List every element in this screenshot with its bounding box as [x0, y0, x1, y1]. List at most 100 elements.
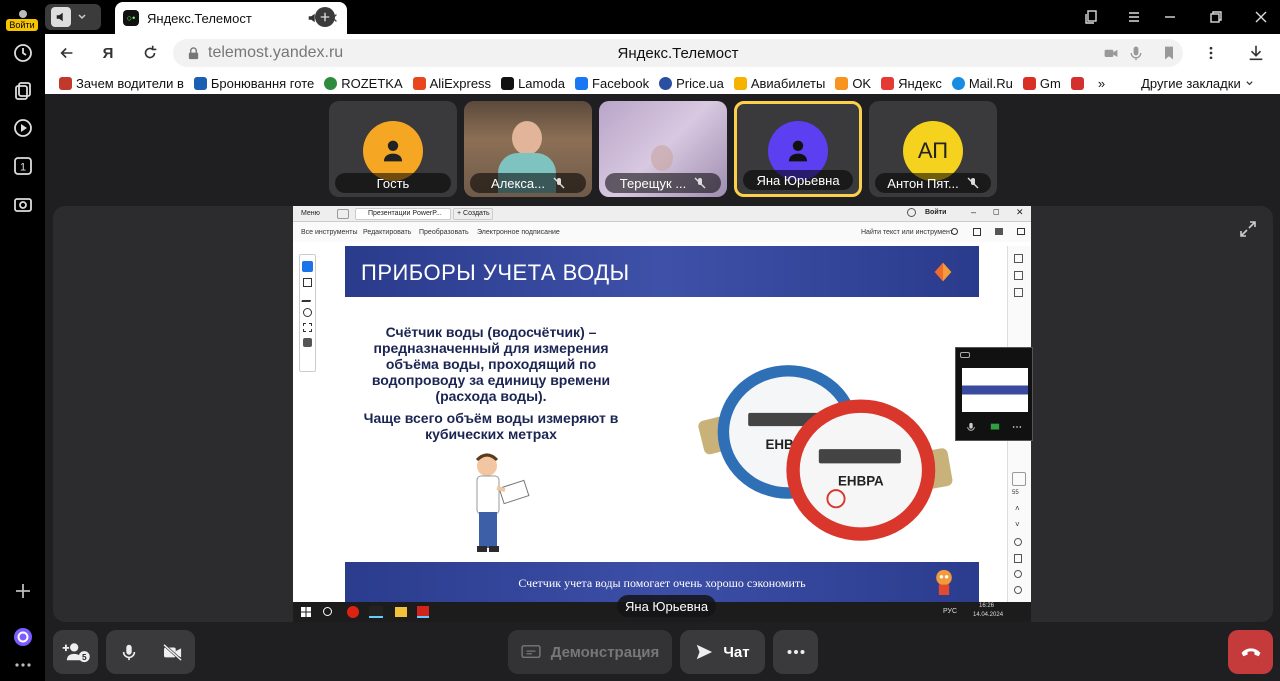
screen-demo-button[interactable]: Демонстрация [508, 630, 672, 674]
hamburger-icon [1129, 12, 1139, 22]
mic-permission-icon[interactable] [1128, 45, 1144, 61]
reload-button[interactable] [140, 43, 160, 63]
bookmark-item[interactable]: Facebook [575, 76, 649, 91]
participant-tile[interactable]: Алекса... [464, 101, 592, 197]
bookmark-favicon-icon [412, 76, 426, 90]
camera-permission-icon[interactable] [1103, 45, 1119, 61]
camera-icon [14, 198, 32, 212]
speaker-icon [51, 7, 71, 27]
screen-share-icon[interactable] [990, 422, 1000, 432]
screenshot-button[interactable] [9, 190, 37, 218]
participant-tile[interactable]: Терещук ... [599, 101, 727, 197]
back-button[interactable] [57, 43, 77, 63]
more-dots-icon[interactable] [1012, 422, 1022, 432]
add-panel-button[interactable] [9, 577, 37, 605]
user-icon [383, 140, 403, 162]
bookmark-item[interactable]: Price.ua [659, 76, 724, 91]
bookmarks-overflow-button[interactable]: » [1098, 76, 1105, 91]
participant-tile[interactable]: АП Антон Пят... [869, 101, 997, 197]
audio-tab-toggle[interactable] [45, 4, 101, 30]
participant-tile[interactable]: Гость [329, 101, 457, 197]
bookmark-icon[interactable] [1161, 45, 1177, 61]
bookmark-item[interactable]: Mail.Ru [951, 76, 1013, 91]
send-icon [697, 644, 713, 660]
select-tool-icon [302, 261, 313, 272]
taskbar-search-icon [323, 607, 332, 616]
screen-share-area: Меню Презентации PowerP... + Создать Вой… [53, 206, 1273, 622]
participants-button[interactable]: 5 [53, 630, 98, 674]
other-bookmarks-button[interactable]: Другие закладки [1141, 76, 1254, 91]
minimize-button[interactable] [1160, 8, 1180, 26]
chat-label: Чат [723, 643, 750, 661]
alice-button[interactable] [9, 623, 37, 651]
workspace-1-button[interactable]: 1 [9, 152, 37, 180]
bookmark-item[interactable]: OK [835, 76, 871, 91]
menu-button[interactable] [1124, 8, 1144, 26]
play-icon [14, 119, 32, 137]
bookmark-item[interactable]: Бронювання готе [193, 76, 314, 91]
bookmark-item[interactable]: Зачем водители в [59, 76, 184, 91]
new-tab-button[interactable] [315, 7, 335, 27]
fullscreen-icon[interactable] [1239, 220, 1257, 238]
mic-off-icon [967, 177, 979, 189]
rail-more-button[interactable] [9, 651, 37, 679]
collections-button[interactable] [9, 77, 37, 105]
downloads-button[interactable] [1246, 43, 1266, 63]
camera-off-icon [162, 643, 182, 661]
end-call-button[interactable] [1228, 630, 1273, 674]
close-window-button[interactable] [1251, 8, 1271, 26]
acrobat-toolbar: Все инструменты Редактировать Преобразов… [293, 222, 1031, 242]
participant-tile-active[interactable]: Яна Юрьевна [734, 101, 862, 197]
scroll-down-icon: ˅ [1015, 520, 1020, 529]
login-badge[interactable]: Войти [6, 19, 38, 31]
bookmark-item[interactable] [1070, 76, 1084, 90]
bookmark-item[interactable]: Lamoda [501, 76, 565, 91]
tray-time: 16:26 [979, 603, 995, 609]
bookmark-item[interactable]: Авиабилеты [733, 76, 825, 91]
bookmark-item[interactable]: Gm [1022, 76, 1061, 91]
mic-off-icon [694, 177, 706, 189]
mic-icon[interactable] [966, 422, 976, 432]
history-button[interactable] [9, 39, 37, 67]
yandex-button[interactable]: Я [98, 43, 118, 63]
more-options-button[interactable] [773, 630, 818, 674]
participant-name: Антон Пят... [875, 173, 991, 193]
screen-demo-label: Демонстрация [550, 643, 660, 661]
acrobat-tool: Редактировать [363, 229, 412, 236]
bookmark-item[interactable]: ROZETKA [324, 76, 403, 91]
screen-share-icon [521, 645, 541, 659]
camera-button[interactable] [151, 630, 195, 674]
bookmark-item[interactable]: AliExpress [412, 76, 491, 91]
bookmark-item[interactable]: Яндекс [881, 76, 942, 91]
restore-button[interactable] [1206, 8, 1226, 26]
chat-button[interactable]: Чат [680, 630, 765, 674]
media-controls [106, 630, 195, 674]
number-one-icon: 1 [14, 157, 32, 175]
pen-tool-icon [301, 293, 314, 302]
comment-tool-icon [303, 278, 312, 287]
scroll-up-icon: ˄ [1015, 504, 1020, 513]
app-window: Войти 1 ○• Яндекс.Телемост Я telemost.ya… [0, 0, 1280, 681]
windows-start-icon [301, 607, 311, 617]
mic-off-icon [553, 177, 565, 189]
bookmark-favicon-icon [324, 76, 338, 90]
url-field[interactable]: telemost.yandex.ru Яндекс.Телемост [173, 39, 1183, 67]
lasso-tool-icon [303, 308, 312, 317]
page-number-box [1012, 472, 1026, 486]
shared-screen: Меню Презентации PowerP... + Создать Вой… [293, 206, 1031, 622]
svg-text:1: 1 [20, 162, 26, 174]
tab-telemost[interactable]: ○• Яндекс.Телемост [115, 2, 347, 34]
video-button[interactable] [9, 114, 37, 142]
participant-name: Яна Юрьевна [743, 170, 853, 190]
telemost-mini-window[interactable] [955, 347, 1033, 441]
bookmark-favicon-icon [835, 76, 849, 90]
tabs-button[interactable] [1082, 8, 1102, 26]
microphone-button[interactable] [107, 630, 151, 674]
tab-strip: ○• Яндекс.Телемост [45, 0, 1280, 34]
user-icon [788, 140, 808, 162]
browser-more-button[interactable] [1201, 43, 1221, 63]
bookmark-favicon-icon [1022, 76, 1036, 90]
slide-paragraph-2: Чаще всего объём воды измеряют в кубичес… [363, 410, 619, 442]
chevron-down-icon [78, 14, 86, 20]
download-icon [1249, 45, 1263, 61]
